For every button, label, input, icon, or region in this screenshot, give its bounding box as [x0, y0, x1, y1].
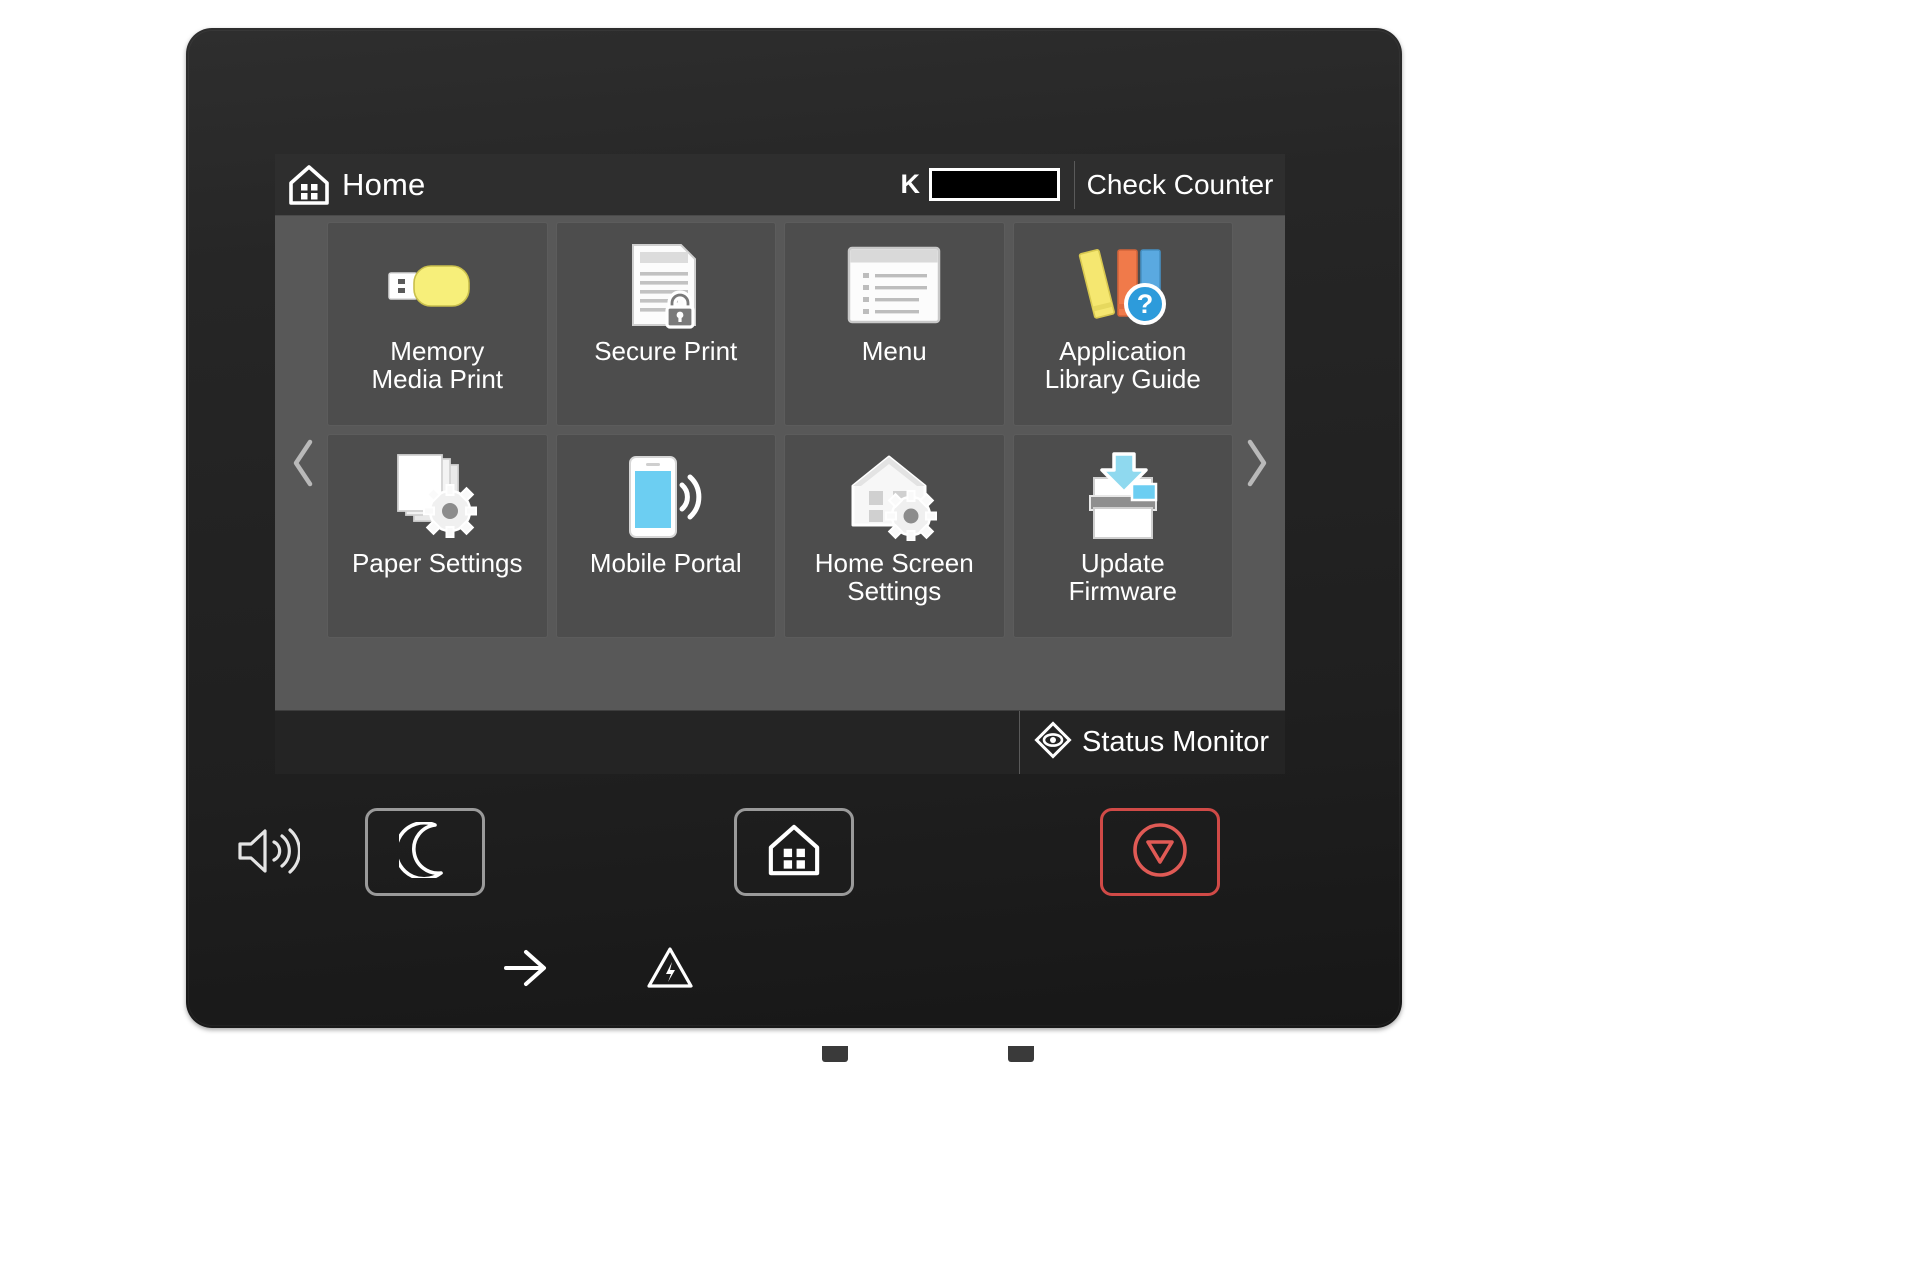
chevron-right-icon[interactable]: [1237, 431, 1277, 495]
toner-label: K: [900, 169, 921, 199]
list-window-icon: [846, 239, 942, 331]
stop-circle-icon: [1131, 821, 1189, 884]
books-help-icon: ?: [1075, 239, 1171, 331]
app-tile-area: Memory Media Print Secure Print Menu ? A…: [275, 216, 1285, 710]
svg-text:?: ?: [1137, 289, 1154, 319]
tile-memory-media-print[interactable]: Memory Media Print: [327, 222, 548, 426]
page-title: Home: [342, 166, 426, 202]
home-button[interactable]: [734, 808, 854, 896]
home-icon: [286, 162, 332, 208]
volume-speaker-icon: [231, 820, 303, 882]
document-lock-icon: [625, 239, 707, 331]
tile-label: Home Screen Settings: [814, 548, 974, 607]
tile-label: Memory Media Print: [371, 336, 504, 395]
moon-sleep-icon: [394, 820, 451, 883]
paper-stack-gear-icon: [388, 451, 486, 543]
tile-label: Secure Print: [594, 336, 738, 366]
panel-foot-right: [1008, 1046, 1034, 1062]
screen-status-bar: Status Monitor: [275, 710, 1285, 774]
printer-download-icon: [1076, 451, 1170, 543]
status-monitor-button[interactable]: Status Monitor: [1019, 711, 1285, 774]
tile-secure-print[interactable]: Secure Print: [555, 222, 776, 426]
tile-update-firmware[interactable]: Update Firmware: [1012, 434, 1233, 638]
status-monitor-label: Status Monitor: [1082, 726, 1269, 758]
house-gear-icon: [845, 451, 943, 543]
tile-label: Application Library Guide: [1044, 336, 1201, 395]
tile-paper-settings[interactable]: Paper Settings: [327, 434, 548, 638]
panel-foot-left: [822, 1046, 848, 1062]
data-arrow-icon: [498, 940, 558, 996]
check-counter-button[interactable]: Check Counter: [1075, 169, 1285, 201]
eye-diamond-icon: [1034, 721, 1072, 764]
home-key-icon: [767, 823, 821, 882]
tile-label: Paper Settings: [351, 548, 523, 578]
tile-menu[interactable]: Menu: [784, 222, 1005, 426]
warning-triangle-icon: [642, 940, 698, 996]
touchscreen-display: Home K Check Counter Memory Media Print …: [275, 154, 1285, 774]
sleep-button[interactable]: [365, 808, 485, 896]
chevron-left-icon[interactable]: [283, 431, 323, 495]
tile-home-screen-settings[interactable]: Home Screen Settings: [784, 434, 1005, 638]
tile-label: Mobile Portal: [589, 548, 742, 578]
usb-drive-icon: [385, 239, 489, 331]
tile-label: Menu: [861, 336, 927, 366]
tile-grid: Memory Media Print Secure Print Menu ? A…: [327, 222, 1233, 638]
control-panel-body: Home K Check Counter Memory Media Print …: [186, 28, 1402, 1062]
screenshot-root: Home K Check Counter Memory Media Print …: [0, 0, 1920, 1280]
toner-indicator: K: [900, 168, 1060, 201]
tile-label: Update Firmware: [1068, 548, 1177, 607]
screen-header: Home K Check Counter: [275, 154, 1285, 216]
toner-gauge-icon: [929, 168, 1060, 201]
phone-wireless-icon: [618, 451, 714, 543]
tile-mobile-portal[interactable]: Mobile Portal: [555, 434, 776, 638]
stop-button[interactable]: [1100, 808, 1220, 896]
tile-application-library-guide[interactable]: ? Application Library Guide: [1012, 222, 1233, 426]
